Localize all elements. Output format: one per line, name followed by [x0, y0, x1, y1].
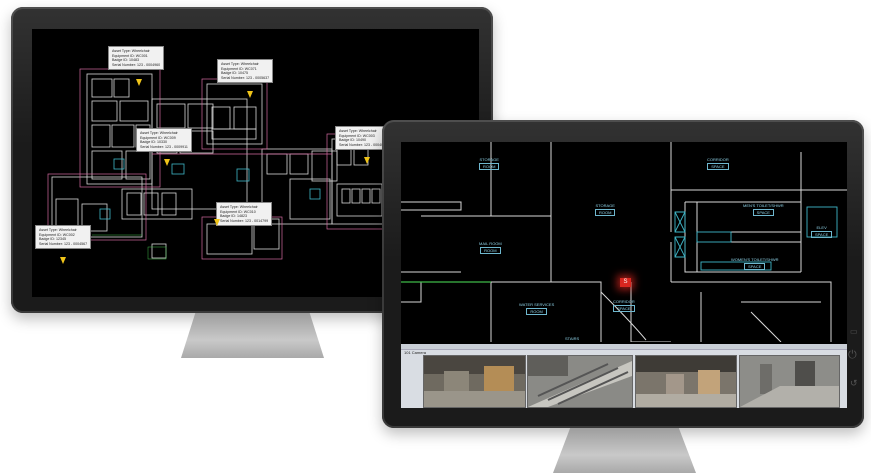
tooltip-line: Serial Number: 123 - 0014799 — [220, 218, 269, 223]
alarm-marker-label: S — [623, 279, 628, 285]
camera-feed-image — [424, 356, 525, 407]
camera-feed-2[interactable] — [527, 355, 633, 408]
room-label: WOMEN'S TOILET/SHWR SPACE — [731, 257, 779, 270]
camera-feed-4[interactable] — [739, 355, 840, 408]
room-label: STORAGE ROOM — [479, 157, 500, 170]
asset-pin-icon[interactable] — [247, 91, 253, 98]
camera-panel-header — [401, 344, 847, 350]
camera-feed-image — [636, 356, 736, 407]
asset-pin-icon[interactable] — [60, 257, 66, 264]
building-map-drawing — [401, 142, 847, 342]
asset-pin-icon[interactable] — [214, 219, 220, 226]
back-icon[interactable]: ↺ — [850, 378, 858, 389]
camera-feed-image — [528, 356, 632, 407]
asset-tooltip-5[interactable]: Asset Type: Wheelchair Equipment ID: WC0… — [216, 202, 273, 227]
alarm-marker-icon[interactable]: S — [620, 278, 631, 287]
asset-pin-icon[interactable] — [136, 79, 142, 86]
room-label: CORRIDOR SPACE — [613, 299, 635, 312]
asset-tooltip-1[interactable]: Asset Type: Wheelchair Equipment ID: WC0… — [108, 46, 165, 71]
camera-feed-1[interactable] — [423, 355, 526, 408]
power-icon[interactable]: ⏻ — [848, 349, 857, 362]
tooltip-line: Serial Number: 123 - 0005637 — [221, 75, 270, 80]
room-label: WATER SERVICES ROOM — [519, 302, 555, 315]
tooltip-line: Serial Number: 123 - 0004033 — [339, 142, 388, 147]
asset-tooltip-2[interactable]: Asset Type: Wheelchair Equipment ID: WC0… — [217, 59, 274, 84]
tooltip-line: Serial Number: 123 - 0004960 — [112, 62, 161, 67]
right-monitor-stand — [553, 428, 696, 473]
building-map-screen[interactable]: STORAGE ROOM CORRIDOR SPACE STORAGE ROOM ME… — [401, 142, 847, 408]
camera-panel: 101 Camera — [401, 344, 847, 408]
room-label: MEN'S TOILET/SHWR SPACE — [743, 203, 784, 216]
room-label: STAIRS — [565, 336, 580, 341]
camera-feed-image — [740, 356, 839, 407]
room-label: CORRIDOR SPACE — [707, 157, 729, 170]
asset-pin-icon[interactable] — [364, 157, 370, 164]
room-label: MAIL ROOM ROOM — [479, 241, 502, 254]
tooltip-line: Serial Number: 123 - 0004567 — [39, 241, 88, 246]
asset-tooltip-6[interactable]: Asset Type: Wheelchair Equipment ID: WC0… — [35, 225, 92, 250]
room-label: STORAGE ROOM — [595, 203, 616, 216]
left-monitor-stand — [181, 313, 324, 358]
asset-tooltip-3[interactable]: Asset Type: Wheelchair Equipment ID: WC0… — [136, 128, 192, 153]
camera-feed-3[interactable] — [635, 355, 737, 408]
asset-pin-icon[interactable] — [164, 159, 170, 166]
menu-icon[interactable]: ▭ — [850, 327, 858, 336]
tooltip-line: Serial Number: 123 - 0009911 — [140, 144, 188, 149]
room-label: ELEV SPACE — [811, 225, 833, 238]
